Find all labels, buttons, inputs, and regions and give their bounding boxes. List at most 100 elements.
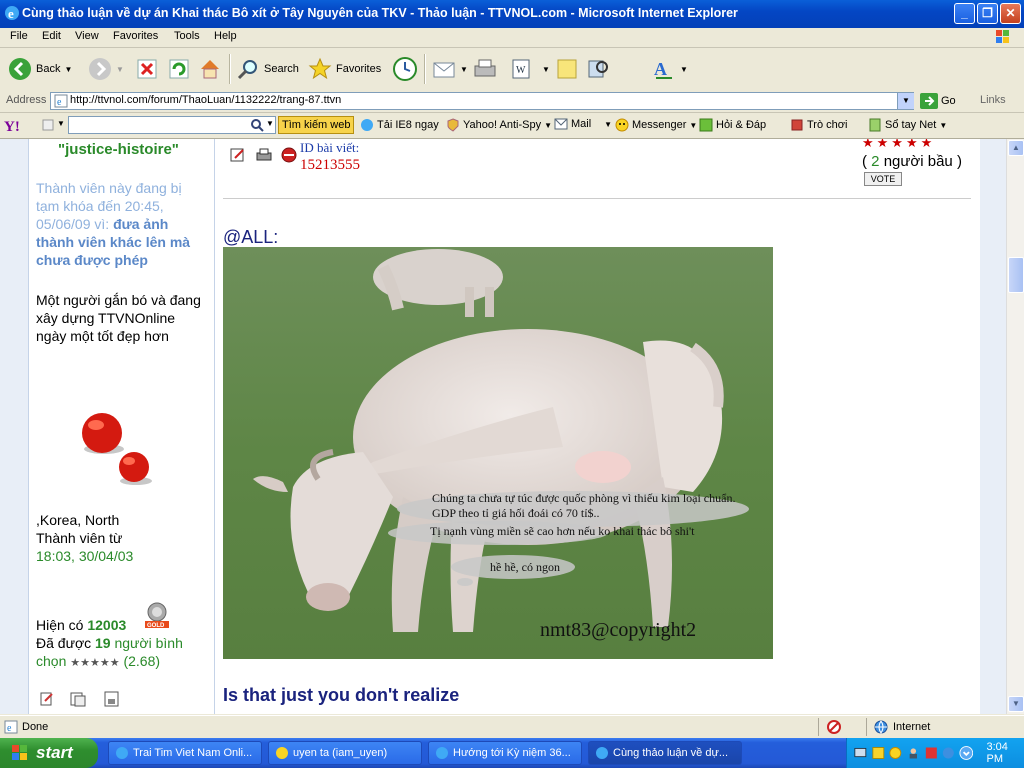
anti-spy-dropdown-icon[interactable]: ▼ — [544, 121, 552, 130]
voters-count: 2 — [871, 153, 880, 170]
scroll-up-icon[interactable]: ▲ — [1008, 140, 1024, 156]
yahoo-logo-icon[interactable]: Y! — [4, 117, 40, 133]
norton-icon[interactable] — [871, 745, 886, 761]
favorites-label: Favorites — [336, 63, 382, 75]
start-button[interactable]: start — [0, 738, 98, 768]
save-post-icon[interactable] — [104, 691, 120, 707]
clock[interactable]: 3:04 PM — [986, 741, 1024, 765]
minimize-button[interactable]: _ — [954, 3, 975, 24]
voters-suffix: người bầu ) — [883, 153, 962, 170]
ie-task-icon — [116, 747, 128, 759]
menu-file[interactable]: File — [10, 30, 28, 42]
ie8-label: Tải IE8 ngay — [377, 119, 439, 131]
mail-button[interactable]: ▼ — [432, 54, 468, 84]
answers-button[interactable]: Hỏi & Đáp — [699, 118, 766, 132]
research-button[interactable] — [586, 54, 610, 84]
translate-button[interactable]: A ▼ — [652, 54, 688, 84]
translate-dropdown-icon[interactable]: ▼ — [680, 65, 688, 74]
anti-spy-button[interactable]: Yahoo! Anti-Spy ▼ — [446, 118, 552, 132]
notebook-icon — [869, 118, 881, 132]
ie8-download-button[interactable]: Tải IE8 ngay — [360, 118, 439, 132]
links-label[interactable]: Links — [980, 94, 1006, 106]
menu-tools[interactable]: Tools — [174, 30, 200, 42]
close-button[interactable]: ✕ — [1000, 3, 1021, 24]
shield-icon — [447, 118, 459, 132]
stop-button[interactable] — [136, 54, 158, 84]
popup-blocker-icon[interactable] — [826, 720, 842, 734]
expand-tray-icon[interactable] — [959, 745, 974, 761]
menu-favorites[interactable]: Favorites — [113, 30, 158, 42]
yahoo-search-dropdown-icon[interactable]: ▼ — [266, 119, 274, 128]
games-button[interactable]: Trò chơi — [790, 118, 847, 132]
menu-edit[interactable]: Edit — [42, 30, 61, 42]
back-button[interactable]: Back ▼ — [8, 54, 72, 84]
antivirus-tray-icon[interactable] — [924, 745, 939, 761]
task-bauxite-window[interactable]: Cùng thảo luận về dự... — [588, 741, 742, 765]
address-bar: Address e http://ttvnol.com/forum/ThaoLu… — [0, 90, 1024, 113]
vertical-scrollbar[interactable]: ▲ ▼ — [1006, 139, 1024, 714]
pencil-icon[interactable] — [42, 119, 54, 131]
mail-dropdown-icon[interactable]: ▼ — [460, 65, 468, 74]
refresh-icon — [169, 59, 189, 79]
post-footer-text: Is that just you don't realize — [223, 685, 460, 705]
user-tray-icon[interactable] — [906, 745, 921, 761]
messenger-label: Messenger — [632, 119, 687, 131]
notebook-dropdown-icon[interactable]: ▼ — [939, 121, 947, 130]
cow-photo[interactable] — [223, 247, 773, 659]
magnifier-icon[interactable] — [250, 118, 264, 132]
mail-label: Mail — [571, 118, 592, 130]
report-icon[interactable] — [281, 147, 297, 163]
back-dropdown-icon[interactable]: ▼ — [64, 65, 72, 74]
messenger-button[interactable]: Messenger ▼ — [615, 118, 697, 132]
scroll-thumb[interactable] — [1008, 257, 1024, 293]
go-button[interactable]: Go — [920, 93, 956, 109]
search-button[interactable]: Search — [236, 54, 299, 84]
rating-value: (2.68) — [123, 653, 161, 669]
network-icon[interactable] — [853, 745, 868, 761]
yahoo-search-input[interactable] — [68, 116, 276, 134]
answers-icon — [699, 118, 713, 132]
history-button[interactable] — [392, 54, 418, 84]
tray-extra-icon[interactable] — [941, 745, 956, 761]
yahoo-toolbar: Y! ▼ ▼ Tìm kiếm web Tải IE8 ngay Yahoo! … — [0, 113, 1024, 139]
quote-post-icon[interactable] — [70, 691, 86, 707]
yahoo-search-button[interactable]: Tìm kiếm web — [278, 116, 355, 134]
scroll-down-icon[interactable]: ▼ — [1008, 696, 1024, 712]
edit-post-icon[interactable] — [40, 691, 54, 707]
vote-button[interactable]: VOTE — [864, 172, 902, 186]
favorites-button[interactable]: Favorites — [308, 54, 381, 84]
mail-icon — [433, 62, 455, 78]
refresh-button[interactable] — [168, 54, 190, 84]
address-url[interactable]: http://ttvnol.com/forum/ThaoLuan/1132222… — [70, 94, 341, 106]
mail-yahoo-button[interactable]: Mail ▼ — [554, 118, 612, 130]
discuss-button[interactable] — [556, 54, 578, 84]
mail-yahoo-dropdown-icon[interactable]: ▼ — [604, 120, 612, 129]
right-margin — [980, 139, 1006, 714]
menu-help[interactable]: Help — [214, 30, 237, 42]
task-anniversary-window[interactable]: Hướng tới Kỳ niệm 36... — [428, 741, 582, 765]
maximize-button[interactable]: ❐ — [977, 3, 998, 24]
member-since-label: Thành viên từ — [36, 530, 123, 546]
address-dropdown-icon[interactable]: ▼ — [897, 93, 914, 109]
menu-view[interactable]: View — [75, 30, 99, 42]
edit-dropdown-icon[interactable]: ▼ — [542, 65, 550, 74]
home-button[interactable] — [198, 54, 222, 84]
edit-icon[interactable] — [230, 147, 246, 163]
edit-button[interactable]: W ▼ — [510, 54, 550, 84]
messenger-dropdown-icon[interactable]: ▼ — [689, 121, 697, 130]
print-icon[interactable] — [255, 147, 273, 163]
task-messenger-window[interactable]: uyen ta (iam_uyen) — [268, 741, 422, 765]
notebook-button[interactable]: Sổ tay Net ▼ — [868, 118, 947, 132]
caption-text-2: Tị nạnh vùng miền sẽ cao hơn nếu ko khai… — [430, 524, 695, 538]
back-label: Back — [36, 63, 61, 75]
username[interactable]: "justice-histoire" — [58, 141, 228, 159]
yahoo-menu-dropdown-icon[interactable]: ▼ — [57, 119, 65, 128]
task-ttvn-window[interactable]: Trai Tim Viet Nam Onli... — [108, 741, 262, 765]
print-button[interactable] — [472, 54, 498, 84]
page-icon: e — [54, 94, 68, 108]
avatar[interactable] — [78, 363, 162, 493]
post-rating-stars: ★★★★★ — [862, 139, 936, 150]
forward-button[interactable]: ▼ — [88, 54, 124, 84]
yahoo-messenger-tray-icon[interactable] — [888, 745, 903, 761]
forward-dropdown-icon[interactable]: ▼ — [116, 65, 124, 74]
